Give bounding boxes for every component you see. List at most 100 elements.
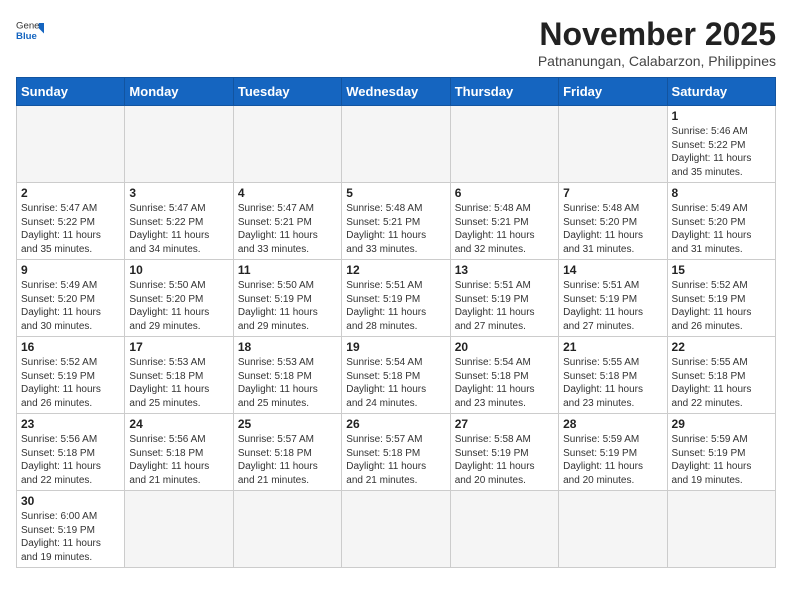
day-number: 30 <box>21 494 120 508</box>
cell-content: Sunrise: 5:52 AM Sunset: 5:19 PM Dayligh… <box>672 279 771 333</box>
weekday-header-sunday: Sunday <box>17 78 125 106</box>
calendar-cell: 26 Sunrise: 5:57 AM Sunset: 5:18 PM Dayli… <box>342 414 450 491</box>
calendar-table: SundayMondayTuesdayWednesdayThursdayFrid… <box>16 77 776 568</box>
day-number: 11 <box>238 263 337 277</box>
weekday-header-thursday: Thursday <box>450 78 558 106</box>
day-number: 28 <box>563 417 662 431</box>
calendar-cell <box>559 106 667 183</box>
day-number: 20 <box>455 340 554 354</box>
cell-content: Sunrise: 5:59 AM Sunset: 5:19 PM Dayligh… <box>563 433 662 487</box>
day-number: 3 <box>129 186 228 200</box>
day-number: 17 <box>129 340 228 354</box>
cell-content: Sunrise: 5:59 AM Sunset: 5:19 PM Dayligh… <box>672 433 771 487</box>
cell-content: Sunrise: 5:56 AM Sunset: 5:18 PM Dayligh… <box>129 433 228 487</box>
calendar-cell <box>125 491 233 568</box>
weekday-header-monday: Monday <box>125 78 233 106</box>
calendar-cell: 11 Sunrise: 5:50 AM Sunset: 5:19 PM Dayli… <box>233 260 341 337</box>
weekday-header-friday: Friday <box>559 78 667 106</box>
calendar-cell: 25Sunrise: 5:57 AM Sunset: 5:18 PM Dayli… <box>233 414 341 491</box>
calendar-cell: 8Sunrise: 5:49 AM Sunset: 5:20 PM Daylig… <box>667 183 775 260</box>
calendar-week-0: 1Sunrise: 5:46 AM Sunset: 5:22 PM Daylig… <box>17 106 776 183</box>
cell-content: Sunrise: 5:54 AM Sunset: 5:18 PM Dayligh… <box>346 356 445 410</box>
calendar-cell: 7Sunrise: 5:48 AM Sunset: 5:20 PM Daylig… <box>559 183 667 260</box>
weekday-header-row: SundayMondayTuesdayWednesdayThursdayFrid… <box>17 78 776 106</box>
day-number: 5 <box>346 186 445 200</box>
calendar-cell: 13 Sunrise: 5:51 AM Sunset: 5:19 PM Dayli… <box>450 260 558 337</box>
day-number: 16 <box>21 340 120 354</box>
calendar-week-1: 2 Sunrise: 5:47 AM Sunset: 5:22 PM Daylig… <box>17 183 776 260</box>
calendar-cell: 24 Sunrise: 5:56 AM Sunset: 5:18 PM Dayli… <box>125 414 233 491</box>
day-number: 4 <box>238 186 337 200</box>
day-number: 24 <box>129 417 228 431</box>
calendar-cell: 12 Sunrise: 5:51 AM Sunset: 5:19 PM Dayli… <box>342 260 450 337</box>
calendar-cell <box>450 491 558 568</box>
calendar-cell: 18 Sunrise: 5:53 AM Sunset: 5:18 PM Dayli… <box>233 337 341 414</box>
cell-content: Sunrise: 5:48 AM Sunset: 5:21 PM Dayligh… <box>346 202 445 256</box>
cell-content: Sunrise: 5:51 AM Sunset: 5:19 PM Dayligh… <box>563 279 662 333</box>
calendar-cell <box>233 491 341 568</box>
calendar-cell: 14 Sunrise: 5:51 AM Sunset: 5:19 PM Dayli… <box>559 260 667 337</box>
cell-content: Sunrise: 5:47 AM Sunset: 5:21 PM Dayligh… <box>238 202 337 256</box>
day-number: 29 <box>672 417 771 431</box>
calendar-cell: 23 Sunrise: 5:56 AM Sunset: 5:18 PM Dayli… <box>17 414 125 491</box>
calendar-cell <box>233 106 341 183</box>
calendar-week-3: 16 Sunrise: 5:52 AM Sunset: 5:19 PM Dayli… <box>17 337 776 414</box>
logo: General Blue <box>16 16 44 44</box>
day-number: 8 <box>672 186 771 200</box>
day-number: 10 <box>129 263 228 277</box>
cell-content: Sunrise: 5:50 AM Sunset: 5:19 PM Dayligh… <box>238 279 337 333</box>
svg-text:Blue: Blue <box>16 31 37 42</box>
day-number: 2 <box>21 186 120 200</box>
title-section: November 2025 Patnanungan, Calabarzon, P… <box>538 16 776 69</box>
cell-content: Sunrise: 5:46 AM Sunset: 5:22 PM Dayligh… <box>672 125 771 179</box>
cell-content: Sunrise: 5:48 AM Sunset: 5:21 PM Dayligh… <box>455 202 554 256</box>
cell-content: Sunrise: 5:49 AM Sunset: 5:20 PM Dayligh… <box>21 279 120 333</box>
page-header: General Blue November 2025 Patnanungan, … <box>16 16 776 69</box>
calendar-cell <box>342 106 450 183</box>
cell-content: Sunrise: 5:47 AM Sunset: 5:22 PM Dayligh… <box>21 202 120 256</box>
day-number: 27 <box>455 417 554 431</box>
cell-content: Sunrise: 5:51 AM Sunset: 5:19 PM Dayligh… <box>346 279 445 333</box>
location: Patnanungan, Calabarzon, Philippines <box>538 53 776 69</box>
month-title: November 2025 <box>538 16 776 53</box>
day-number: 26 <box>346 417 445 431</box>
cell-content: Sunrise: 5:56 AM Sunset: 5:18 PM Dayligh… <box>21 433 120 487</box>
calendar-cell: 19 Sunrise: 5:54 AM Sunset: 5:18 PM Dayli… <box>342 337 450 414</box>
weekday-header-saturday: Saturday <box>667 78 775 106</box>
weekday-header-tuesday: Tuesday <box>233 78 341 106</box>
cell-content: Sunrise: 5:50 AM Sunset: 5:20 PM Dayligh… <box>129 279 228 333</box>
day-number: 12 <box>346 263 445 277</box>
day-number: 23 <box>21 417 120 431</box>
calendar-cell: 3Sunrise: 5:47 AM Sunset: 5:22 PM Daylig… <box>125 183 233 260</box>
day-number: 14 <box>563 263 662 277</box>
calendar-week-4: 23 Sunrise: 5:56 AM Sunset: 5:18 PM Dayli… <box>17 414 776 491</box>
cell-content: Sunrise: 5:52 AM Sunset: 5:19 PM Dayligh… <box>21 356 120 410</box>
cell-content: Sunrise: 5:55 AM Sunset: 5:18 PM Dayligh… <box>672 356 771 410</box>
calendar-cell <box>342 491 450 568</box>
calendar-cell: 29 Sunrise: 5:59 AM Sunset: 5:19 PM Dayli… <box>667 414 775 491</box>
calendar-cell: 28 Sunrise: 5:59 AM Sunset: 5:19 PM Dayli… <box>559 414 667 491</box>
calendar-cell: 16 Sunrise: 5:52 AM Sunset: 5:19 PM Dayli… <box>17 337 125 414</box>
cell-content: Sunrise: 5:51 AM Sunset: 5:19 PM Dayligh… <box>455 279 554 333</box>
day-number: 13 <box>455 263 554 277</box>
day-number: 9 <box>21 263 120 277</box>
calendar-cell <box>17 106 125 183</box>
cell-content: Sunrise: 5:54 AM Sunset: 5:18 PM Dayligh… <box>455 356 554 410</box>
calendar-cell <box>667 491 775 568</box>
calendar-cell: 20 Sunrise: 5:54 AM Sunset: 5:18 PM Dayli… <box>450 337 558 414</box>
calendar-cell: 17 Sunrise: 5:53 AM Sunset: 5:18 PM Dayli… <box>125 337 233 414</box>
calendar-cell <box>559 491 667 568</box>
calendar-cell <box>125 106 233 183</box>
cell-content: Sunrise: 5:53 AM Sunset: 5:18 PM Dayligh… <box>238 356 337 410</box>
calendar-cell: 1Sunrise: 5:46 AM Sunset: 5:22 PM Daylig… <box>667 106 775 183</box>
day-number: 25 <box>238 417 337 431</box>
cell-content: Sunrise: 5:57 AM Sunset: 5:18 PM Dayligh… <box>346 433 445 487</box>
calendar-cell: 21Sunrise: 5:55 AM Sunset: 5:18 PM Dayli… <box>559 337 667 414</box>
day-number: 19 <box>346 340 445 354</box>
cell-content: Sunrise: 6:00 AM Sunset: 5:19 PM Dayligh… <box>21 510 120 564</box>
cell-content: Sunrise: 5:48 AM Sunset: 5:20 PM Dayligh… <box>563 202 662 256</box>
cell-content: Sunrise: 5:53 AM Sunset: 5:18 PM Dayligh… <box>129 356 228 410</box>
calendar-week-5: 30 Sunrise: 6:00 AM Sunset: 5:19 PM Dayli… <box>17 491 776 568</box>
day-number: 18 <box>238 340 337 354</box>
calendar-cell: 6Sunrise: 5:48 AM Sunset: 5:21 PM Daylig… <box>450 183 558 260</box>
